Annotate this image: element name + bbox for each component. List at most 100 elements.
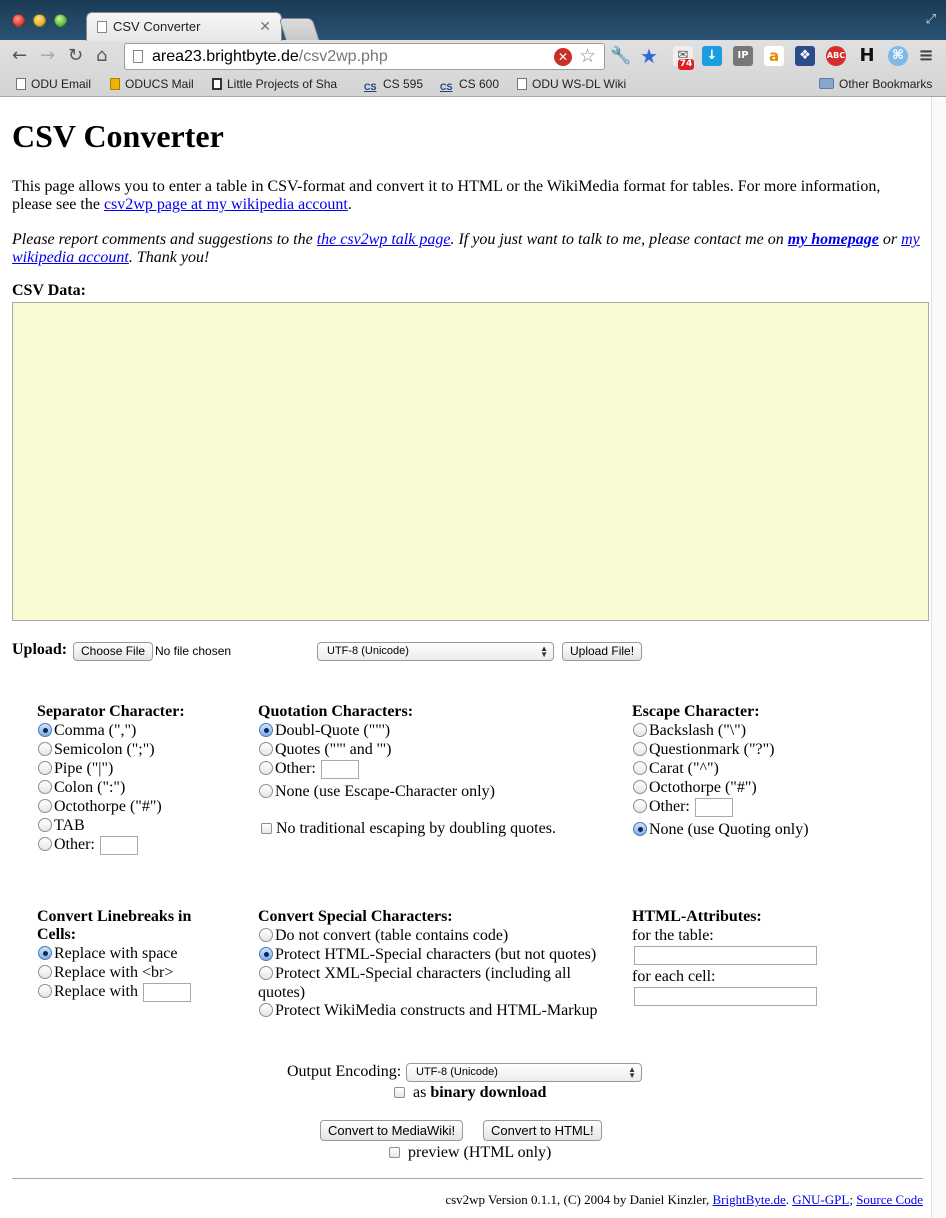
radio[interactable] <box>633 723 647 737</box>
bookmark-odu-email[interactable]: ODU Email <box>16 77 91 91</box>
brightbyte-link[interactable]: BrightByte.de <box>712 1192 785 1207</box>
ip-icon[interactable]: IP <box>733 46 753 66</box>
radio[interactable] <box>38 818 52 832</box>
homepage-link[interactable]: my homepage <box>788 231 879 248</box>
radio[interactable] <box>259 966 273 980</box>
separator-option-comma[interactable]: Comma (",") <box>38 721 136 740</box>
bookmark-little-projects[interactable]: Little Projects of Sha <box>212 77 337 91</box>
bookmark-star-icon[interactable]: ☆ <box>579 45 596 67</box>
radio[interactable] <box>259 761 273 775</box>
output-encoding-select[interactable]: UTF-8 (Unicode) ▲ ▼ <box>406 1063 642 1082</box>
separator-option-colon[interactable]: Colon (":") <box>38 778 125 797</box>
quotation-option-quotes[interactable]: Quotes (""' and '") <box>259 740 391 759</box>
radio[interactable] <box>259 1003 273 1017</box>
separator-option-tab[interactable]: TAB <box>38 816 85 835</box>
blue-star-icon[interactable]: ★ <box>639 46 659 66</box>
separator-other-input[interactable] <box>99 836 138 855</box>
back-arrow-icon[interactable]: ← <box>12 46 27 66</box>
separator-option-octothorpe[interactable]: Octothorpe ("#") <box>38 797 162 816</box>
amazon-icon[interactable]: a <box>764 46 784 66</box>
upload-file-button[interactable]: Upload File! <box>562 642 643 661</box>
no-doubling-checkbox[interactable] <box>261 823 272 834</box>
wrench-icon[interactable]: 🔧 <box>610 46 631 66</box>
escape-option-carat[interactable]: Carat ("^") <box>633 759 719 778</box>
escape-option-questionmark[interactable]: Questionmark ("?") <box>633 740 774 759</box>
reload-icon[interactable]: ↻ <box>68 46 83 66</box>
close-tab-icon[interactable]: ✕ <box>259 18 271 35</box>
menu-icon[interactable]: ≡ <box>916 46 936 66</box>
radio-selected[interactable] <box>259 947 273 961</box>
convert-mediawiki-button[interactable]: Convert to MediaWiki! <box>320 1120 464 1141</box>
linebreak-custom-input[interactable] <box>142 983 191 1002</box>
bookmark-cs-595[interactable]: CS CS 595 <box>364 77 423 94</box>
preview-checkbox[interactable] <box>389 1147 400 1158</box>
globe-icon[interactable]: ⌘ <box>888 46 908 66</box>
talk-page-link[interactable]: the csv2wp talk page <box>317 231 451 248</box>
close-window-button[interactable] <box>12 14 25 27</box>
choose-file-button[interactable]: Choose File <box>73 642 154 661</box>
linebreak-option-custom[interactable]: Replace with <box>38 982 191 1002</box>
radio[interactable] <box>259 784 273 798</box>
binary-download-checkbox[interactable] <box>394 1087 405 1098</box>
special-option-html[interactable]: Protect HTML-Special characters (but not… <box>259 945 596 964</box>
bookmark-oducs-mail[interactable]: ODUCS Mail <box>110 77 194 91</box>
radio[interactable] <box>38 799 52 813</box>
minimize-window-button[interactable] <box>33 14 46 27</box>
vertical-scrollbar[interactable] <box>931 97 946 1218</box>
source-code-link[interactable]: Source Code <box>856 1192 923 1207</box>
gnu-gpl-link[interactable]: GNU-GPL <box>792 1192 849 1207</box>
radio[interactable] <box>38 761 52 775</box>
quotation-option-other[interactable]: Other: <box>259 759 359 779</box>
special-option-wikimedia[interactable]: Protect WikiMedia constructs and HTML-Ma… <box>259 1001 598 1020</box>
binary-download-row[interactable]: as binary download <box>394 1083 546 1102</box>
radio-selected[interactable] <box>633 822 647 836</box>
radio-selected[interactable] <box>259 723 273 737</box>
table-attributes-input[interactable] <box>634 946 817 965</box>
quotation-other-input[interactable] <box>320 760 359 779</box>
h-icon[interactable]: H <box>857 46 877 66</box>
new-tab-button[interactable] <box>278 18 320 40</box>
no-doubling-checkbox-row[interactable]: No traditional escaping by doubling quot… <box>261 819 556 838</box>
adblock-icon[interactable]: ABC <box>826 46 846 66</box>
forward-arrow-icon[interactable]: → <box>40 46 55 66</box>
escape-option-none[interactable]: None (use Quoting only) <box>633 820 809 839</box>
radio[interactable] <box>38 965 52 979</box>
escape-option-other[interactable]: Other: <box>633 797 733 817</box>
cell-attributes-input[interactable] <box>634 987 817 1006</box>
bookmark-odu-wsdl-wiki[interactable]: ODU WS-DL Wiki <box>517 77 626 91</box>
address-bar[interactable]: area23.brightbyte.de/csv2wp.php ✕ ☆ <box>124 43 605 70</box>
quotation-option-double[interactable]: Doubl-Quote (""') <box>259 721 390 740</box>
zoom-window-button[interactable] <box>54 14 67 27</box>
fullscreen-icon[interactable]: ⤢ <box>926 12 936 27</box>
escape-option-backslash[interactable]: Backslash ("\") <box>633 721 746 740</box>
tab-csv-converter[interactable]: CSV Converter ✕ <box>86 12 282 41</box>
escape-other-input[interactable] <box>694 798 733 817</box>
preview-row[interactable]: preview (HTML only) <box>389 1143 551 1162</box>
radio[interactable] <box>259 928 273 942</box>
stop-icon[interactable]: ✕ <box>554 48 572 66</box>
escape-option-octothorpe[interactable]: Octothorpe ("#") <box>633 778 757 797</box>
radio-selected[interactable] <box>38 723 52 737</box>
separator-option-pipe[interactable]: Pipe ("|") <box>38 759 113 778</box>
bookmark-cs-600[interactable]: CS CS 600 <box>440 77 499 94</box>
home-icon[interactable]: ⌂ <box>96 46 107 66</box>
special-option-none[interactable]: Do not convert (table contains code) <box>259 926 508 945</box>
csv2wp-page-link[interactable]: csv2wp page at my wikipedia account <box>104 196 348 213</box>
radio[interactable] <box>633 780 647 794</box>
radio[interactable] <box>38 780 52 794</box>
convert-html-button[interactable]: Convert to HTML! <box>483 1120 602 1141</box>
radio[interactable] <box>38 837 52 851</box>
csv-data-textarea[interactable] <box>12 302 929 621</box>
radio[interactable] <box>259 742 273 756</box>
separator-option-semicolon[interactable]: Semicolon (";") <box>38 740 155 759</box>
radio[interactable] <box>633 742 647 756</box>
download-icon[interactable]: ↓ <box>702 46 722 66</box>
puzzle-icon[interactable]: ❖ <box>795 46 815 66</box>
linebreak-option-br[interactable]: Replace with <br> <box>38 963 173 982</box>
special-option-xml[interactable]: Protect XML-Special characters (includin… <box>258 964 603 1002</box>
separator-option-other[interactable]: Other: <box>38 835 138 855</box>
radio-selected[interactable] <box>38 946 52 960</box>
linebreak-option-space[interactable]: Replace with space <box>38 944 178 963</box>
upload-encoding-select[interactable]: UTF-8 (Unicode) ▲ ▼ <box>317 642 554 661</box>
radio[interactable] <box>633 799 647 813</box>
